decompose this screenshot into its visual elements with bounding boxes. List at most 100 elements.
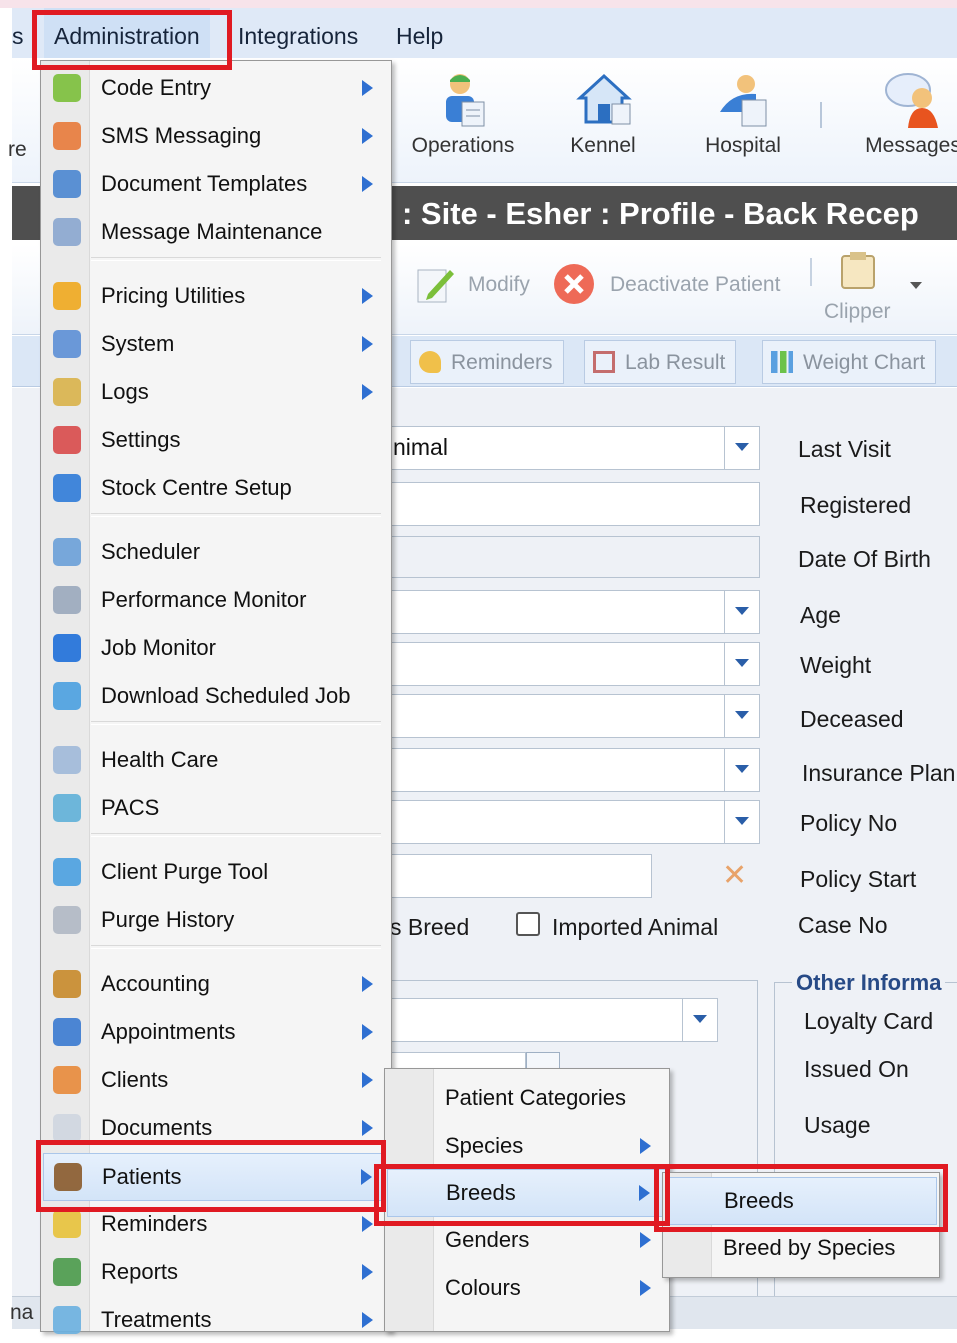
admin-menu-item-download-scheduled-job[interactable]: Download Scheduled Job: [43, 673, 389, 719]
submenu-arrow-icon: [361, 1169, 372, 1185]
policy-start-label: Policy Start: [800, 866, 917, 892]
kennel-button[interactable]: Kennel: [538, 58, 668, 182]
submenu-arrow-icon: [362, 1216, 373, 1232]
admin-menu-item-label: PACS: [101, 795, 160, 820]
patients-menu-item-label: Breeds: [446, 1180, 516, 1205]
hospital-button[interactable]: Hospital: [678, 58, 808, 182]
admin-menu-item-pacs[interactable]: PACS: [43, 785, 389, 831]
usage-label: Usage: [804, 1112, 871, 1138]
submenu-arrow-icon: [362, 1264, 373, 1280]
system-icon: [53, 330, 81, 358]
dropdown-arrow-icon-5[interactable]: [724, 800, 760, 844]
admin-menu-item-clients[interactable]: Clients: [43, 1057, 389, 1103]
admin-menu-item-settings[interactable]: Settings: [43, 417, 389, 463]
admin-menu-item-scheduler[interactable]: Scheduler: [43, 529, 389, 575]
breeds-menu-item-label: Breeds: [724, 1188, 794, 1213]
admin-menu-item-patients[interactable]: Patients: [43, 1153, 389, 1201]
admin-menu-item-documents[interactable]: Documents: [43, 1105, 389, 1151]
submenu-arrow-icon: [362, 176, 373, 192]
patients-menu-item-genders[interactable]: Genders: [387, 1217, 667, 1263]
operations-button[interactable]: Operations: [398, 58, 528, 182]
code-entry-icon: [53, 74, 81, 102]
admin-menu-item-sms-messaging[interactable]: SMS Messaging: [43, 113, 389, 159]
submenu-arrow-icon: [362, 288, 373, 304]
issued-on-label: Issued On: [804, 1056, 909, 1082]
submenu-arrow-icon: [640, 1280, 651, 1296]
admin-menu-item-client-purge-tool[interactable]: Client Purge Tool: [43, 849, 389, 895]
settings-checklist-icon: [53, 426, 81, 454]
dropdown-arrow-icon-1[interactable]: [724, 590, 760, 634]
kennel-house-icon: [576, 73, 632, 125]
admin-menu-item-label: Message Maintenance: [101, 219, 323, 244]
admin-menu-item-label: Code Entry: [101, 75, 212, 100]
admin-menu-item-appointments[interactable]: Appointments: [43, 1009, 389, 1055]
patients-menu-item-patient-categories[interactable]: Patient Categories: [387, 1075, 667, 1121]
dropdown-arrow-icon-2[interactable]: [724, 642, 760, 686]
menubar-item-help[interactable]: Help: [386, 8, 453, 58]
last-visit-label: Last Visit: [798, 436, 891, 462]
deactivate-x-icon: [554, 264, 594, 304]
admin-menu-item-performance-monitor[interactable]: Performance Monitor: [43, 577, 389, 623]
admin-menu-item-label: Scheduler: [101, 539, 201, 564]
admin-menu-item-health-care[interactable]: Health Care: [43, 737, 389, 783]
phone-icon: [53, 122, 81, 150]
select-field-1[interactable]: [382, 590, 726, 634]
imported-animal-checkbox[interactable]: [516, 912, 540, 936]
clipper-label: Clipper: [824, 300, 891, 323]
clear-x-icon[interactable]: ✕: [722, 858, 747, 893]
tab-reminders[interactable]: Reminders: [410, 340, 564, 384]
admin-menu-item-reminders[interactable]: Reminders: [43, 1201, 389, 1247]
admin-menu-item-accounting[interactable]: Accounting: [43, 961, 389, 1007]
client-purge-icon: [53, 858, 81, 886]
admin-menu-item-pricing-utilities[interactable]: Pricing Utilities: [43, 273, 389, 319]
lower-dropdown-arrow-icon[interactable]: [682, 998, 718, 1042]
patients-menu-item-breeds[interactable]: Breeds: [387, 1169, 667, 1217]
select-field-4[interactable]: [382, 748, 726, 792]
text-field-1[interactable]: [382, 482, 760, 526]
admin-menu-item-document-templates[interactable]: Document Templates: [43, 161, 389, 207]
admin-menu-item-logs[interactable]: Logs: [43, 369, 389, 415]
text-field-2[interactable]: [382, 854, 652, 898]
animal-select[interactable]: nimal: [382, 426, 736, 470]
clipper-button[interactable]: Clipper: [822, 250, 902, 330]
messages-button[interactable]: Messages: [840, 58, 957, 182]
dropdown-arrow-icon-3[interactable]: [724, 694, 760, 738]
admin-menu-item-message-maintenance[interactable]: Message Maintenance: [43, 209, 389, 255]
select-field-2[interactable]: [382, 642, 726, 686]
lower-select-field[interactable]: [382, 998, 684, 1042]
clipper-dropdown-arrow-icon[interactable]: [910, 282, 922, 289]
tab-weight-chart-label: Weight Chart: [803, 351, 926, 374]
menubar-item-cut-off[interactable]: s: [2, 8, 34, 58]
admin-menu-item-system[interactable]: System: [43, 321, 389, 367]
breeds-menu-item-breed-by-species[interactable]: Breed by Species: [665, 1225, 937, 1271]
date-of-birth-label: Date Of Birth: [798, 546, 931, 572]
admin-menu-item-treatments[interactable]: Treatments: [43, 1297, 389, 1343]
admin-menu-item-label: Accounting: [101, 971, 210, 996]
patients-menu-item-species[interactable]: Species: [387, 1123, 667, 1169]
patients-menu-item-label: Patient Categories: [445, 1085, 626, 1110]
admin-menu-item-label: Patients: [102, 1164, 182, 1189]
admin-menu-item-stock-centre-setup[interactable]: Stock Centre Setup: [43, 465, 389, 511]
menubar-item-integrations[interactable]: Integrations: [228, 8, 368, 58]
toolbar-cut-off-label: re: [8, 138, 27, 161]
tab-weight-chart[interactable]: Weight Chart: [762, 340, 937, 384]
select-field-3[interactable]: [382, 694, 726, 738]
admin-menu-item-label: SMS Messaging: [101, 123, 262, 148]
admin-menu-item-job-monitor[interactable]: Job Monitor: [43, 625, 389, 671]
loyalty-card-label: Loyalty Card: [804, 1008, 934, 1034]
animal-dropdown-arrow-icon[interactable]: [724, 426, 760, 470]
weight-label: Weight: [800, 652, 872, 678]
dropdown-arrow-icon-4[interactable]: [724, 748, 760, 792]
submenu-arrow-icon: [362, 1072, 373, 1088]
hospital-icon: [720, 75, 767, 127]
tab-lab-result[interactable]: Lab Result: [584, 340, 737, 384]
menubar-item-administration[interactable]: Administration: [44, 8, 210, 58]
admin-menu-item-code-entry[interactable]: Code Entry: [43, 65, 389, 111]
patients-menu-item-colours[interactable]: Colours: [387, 1265, 667, 1311]
health-care-icon: [53, 746, 81, 774]
deactivate-patient-label: Deactivate Patient: [610, 273, 781, 296]
admin-menu-item-purge-history[interactable]: Purge History: [43, 897, 389, 943]
select-field-5[interactable]: [382, 800, 726, 844]
breeds-menu-item-breeds[interactable]: Breeds: [665, 1177, 937, 1225]
admin-menu-item-reports[interactable]: Reports: [43, 1249, 389, 1295]
